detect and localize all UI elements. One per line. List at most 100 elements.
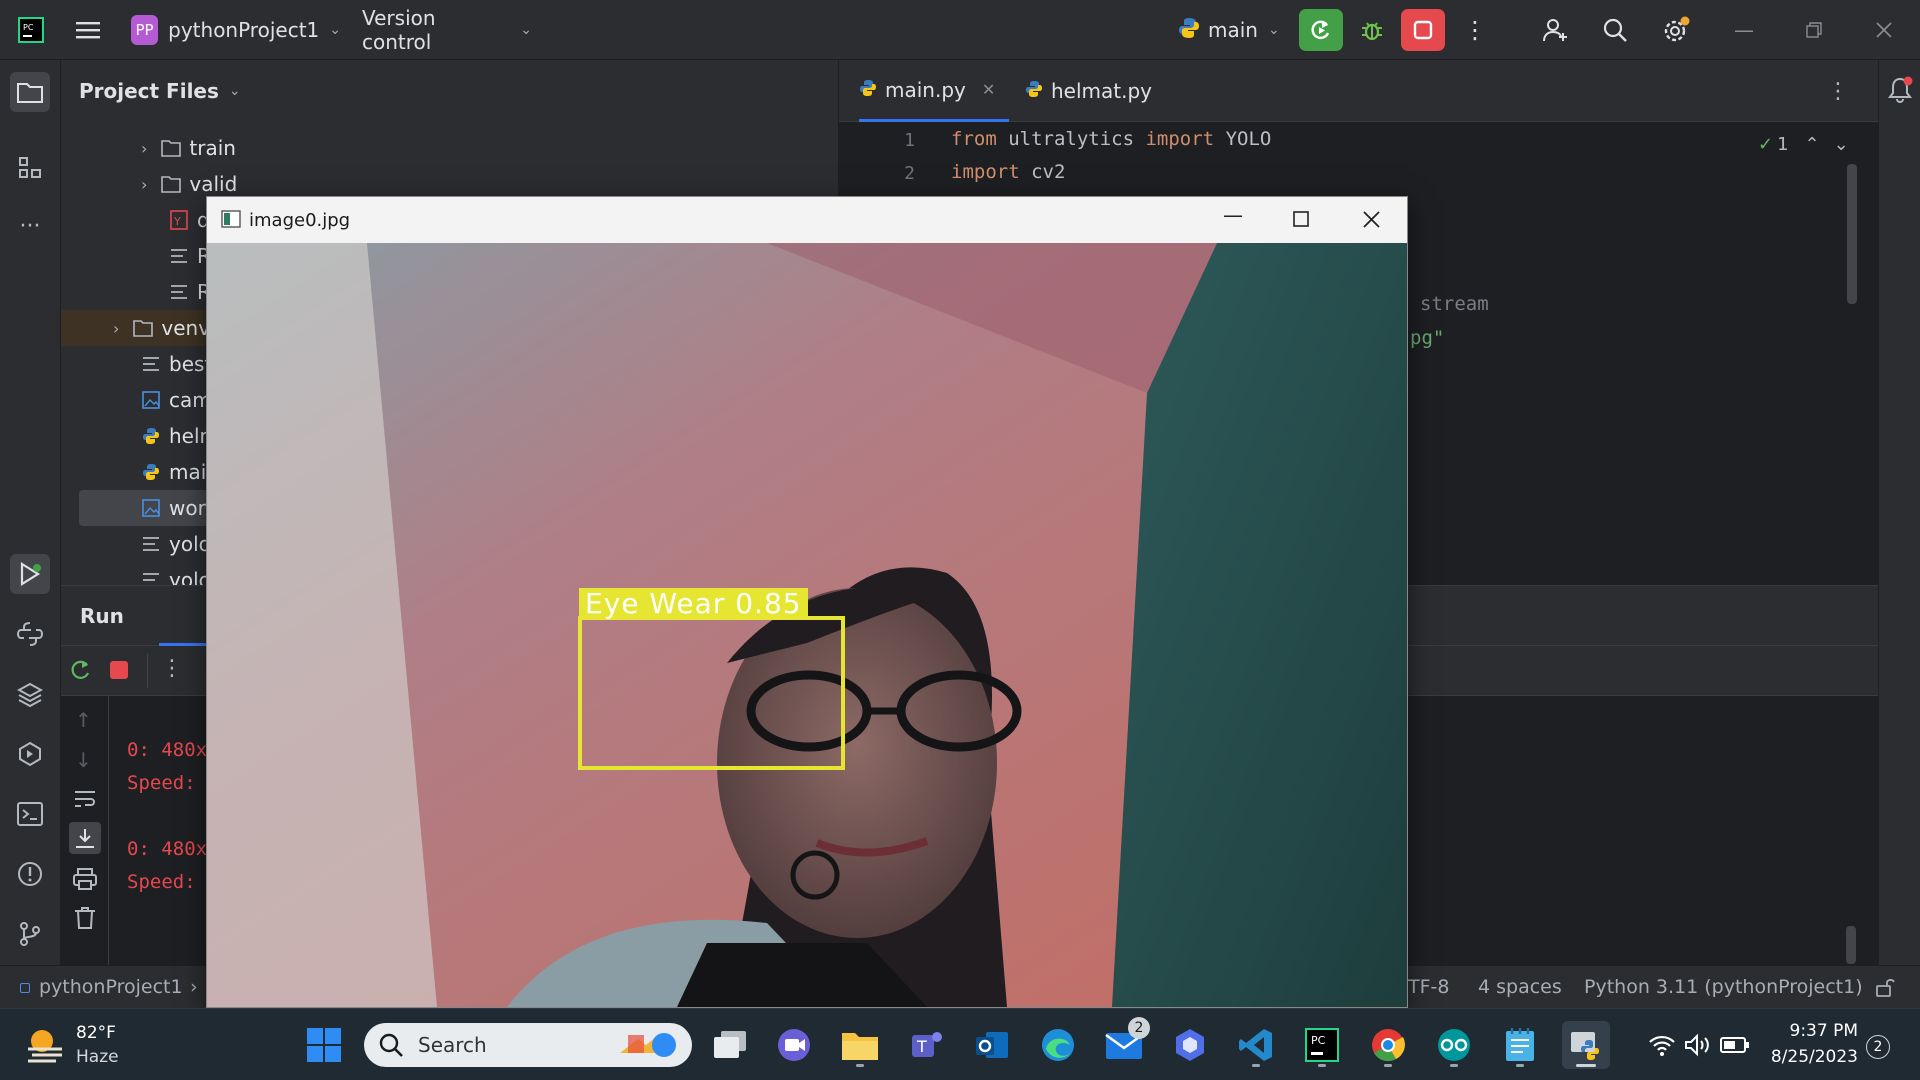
wifi-icon[interactable] bbox=[1648, 1033, 1676, 1061]
teams-icon[interactable]: T bbox=[902, 1021, 950, 1069]
tree-item-text[interactable]: yolo bbox=[141, 526, 211, 562]
notepad-icon[interactable] bbox=[1496, 1021, 1544, 1069]
version-control-menu[interactable]: Version control ⌄ bbox=[362, 0, 532, 60]
lock-icon[interactable] bbox=[1875, 977, 1895, 1002]
clock-date[interactable]: 8/25/2023 bbox=[1760, 1047, 1858, 1067]
inspection-widget[interactable]: ✓ 1 ⌃ ⌄ bbox=[1758, 130, 1849, 158]
title-bar: PC PP pythonProject1 ⌄ Version control ⌄… bbox=[0, 0, 1920, 60]
stop-button[interactable] bbox=[1401, 9, 1445, 51]
more-actions-icon[interactable]: ⋮ bbox=[1458, 0, 1492, 60]
clock-time[interactable]: 9:37 PM bbox=[1770, 1021, 1859, 1041]
problems-icon[interactable] bbox=[10, 854, 50, 894]
run-icon[interactable] bbox=[10, 554, 50, 594]
close-tab-icon[interactable]: ✕ bbox=[982, 80, 995, 99]
vscode-icon[interactable] bbox=[1232, 1021, 1280, 1069]
code-fragment[interactable]: pg" bbox=[1410, 327, 1444, 349]
run-config-selector[interactable]: main ⌄ bbox=[1178, 0, 1282, 60]
main-menu-icon[interactable] bbox=[68, 0, 108, 60]
search-icon[interactable] bbox=[1595, 0, 1635, 60]
notifications-bell-icon[interactable] bbox=[1885, 74, 1915, 104]
edge-icon[interactable] bbox=[1034, 1021, 1082, 1069]
tree-item-image[interactable]: cam bbox=[141, 382, 212, 418]
copilot-icon[interactable] bbox=[1166, 1021, 1214, 1069]
weather-haze-icon[interactable] bbox=[24, 1023, 66, 1069]
tree-item-text[interactable]: best bbox=[141, 346, 212, 382]
battery-icon[interactable] bbox=[1720, 1035, 1750, 1059]
minimize-icon[interactable]: — bbox=[1724, 0, 1764, 60]
close-icon[interactable] bbox=[1363, 211, 1380, 233]
notification-count-badge[interactable]: 2 bbox=[1866, 1035, 1890, 1059]
chevron-down-icon[interactable]: ⌄ bbox=[1834, 134, 1849, 155]
start-button[interactable] bbox=[300, 1021, 348, 1069]
project-panel-header[interactable]: Project Files ⌄ bbox=[79, 60, 241, 122]
restore-icon[interactable] bbox=[1794, 0, 1834, 60]
python-taskbar-icon[interactable] bbox=[1562, 1021, 1610, 1069]
tree-item-text[interactable]: yolo bbox=[141, 562, 211, 585]
tab-options-icon[interactable]: ⋮ bbox=[1827, 60, 1857, 122]
more-icon[interactable]: ··· bbox=[10, 206, 50, 246]
status-indent[interactable]: 4 spaces bbox=[1478, 976, 1562, 998]
file-explorer-icon[interactable] bbox=[836, 1021, 884, 1069]
arrow-down-icon[interactable]: ↓ bbox=[75, 748, 92, 772]
scroll-to-end-icon[interactable] bbox=[69, 822, 101, 854]
outlook-icon[interactable] bbox=[968, 1021, 1016, 1069]
version-control-label: Version control bbox=[362, 6, 436, 54]
code-fragment[interactable]: stream bbox=[1420, 293, 1489, 315]
folder-icon[interactable] bbox=[10, 72, 50, 112]
windows-logo-icon bbox=[307, 1028, 341, 1062]
trash-icon[interactable] bbox=[74, 906, 96, 934]
project-selector[interactable]: PP pythonProject1 ⌄ bbox=[131, 0, 341, 60]
weather-desc[interactable]: Haze bbox=[76, 1047, 119, 1067]
services-icon[interactable] bbox=[10, 734, 50, 774]
structure-icon[interactable] bbox=[10, 148, 50, 188]
meet-chat-icon[interactable] bbox=[770, 1021, 818, 1069]
run-tab-label[interactable]: Run bbox=[80, 604, 124, 628]
code-line[interactable]: import cv2 bbox=[951, 161, 1065, 183]
chevron-up-icon[interactable]: ⌃ bbox=[1805, 134, 1820, 155]
image-window-titlebar[interactable]: image0.jpg — bbox=[207, 197, 1407, 243]
rerun-button[interactable] bbox=[1299, 9, 1343, 51]
status-project[interactable]: pythonProject1 bbox=[39, 976, 183, 998]
arrow-up-icon[interactable]: ↑ bbox=[75, 708, 92, 732]
minimize-icon[interactable]: — bbox=[1223, 203, 1243, 227]
mail-icon[interactable]: 2 bbox=[1100, 1017, 1150, 1069]
svg-text:Y: Y bbox=[173, 215, 181, 228]
print-icon[interactable] bbox=[73, 868, 97, 894]
pycharm-logo-icon[interactable]: PC bbox=[14, 0, 48, 60]
terminal-icon[interactable] bbox=[10, 794, 50, 834]
settings-gear-icon[interactable] bbox=[1654, 0, 1698, 60]
tab-main-py[interactable]: main.py ✕ bbox=[859, 60, 1009, 122]
taskbar-search[interactable]: Search bbox=[364, 1023, 692, 1067]
code-line[interactable]: from ultralytics import YOLO bbox=[951, 128, 1271, 150]
python-console-icon[interactable] bbox=[10, 614, 50, 654]
rerun-icon[interactable] bbox=[69, 658, 93, 686]
volume-icon[interactable] bbox=[1684, 1033, 1712, 1061]
close-window-icon[interactable] bbox=[1864, 0, 1904, 60]
tree-item-text[interactable]: R bbox=[169, 238, 211, 274]
status-encoding[interactable]: TF-8 bbox=[1408, 976, 1449, 998]
editor-scrollbar[interactable] bbox=[1847, 164, 1857, 304]
image-viewer-window[interactable]: image0.jpg — Eye Wear 0.85 bbox=[206, 196, 1408, 1008]
more-options-icon[interactable]: ⋮ bbox=[161, 656, 183, 681]
chrome-icon[interactable] bbox=[1364, 1021, 1412, 1069]
tab-helmat-py[interactable]: helmat.py bbox=[1025, 60, 1175, 122]
add-user-icon[interactable] bbox=[1536, 0, 1576, 60]
weather-temp[interactable]: 82°F bbox=[76, 1023, 116, 1043]
maximize-icon[interactable] bbox=[1293, 211, 1309, 232]
git-icon[interactable] bbox=[10, 914, 50, 954]
soft-wrap-icon[interactable] bbox=[73, 789, 97, 815]
tree-item-text[interactable]: R bbox=[169, 274, 211, 310]
search-highlight-icon bbox=[614, 1027, 684, 1067]
arduino-icon[interactable] bbox=[1430, 1021, 1478, 1069]
tab-label: main.py bbox=[885, 77, 966, 102]
console-scrollbar[interactable] bbox=[1846, 926, 1856, 964]
debug-button[interactable] bbox=[1352, 0, 1392, 60]
tree-item-train[interactable]: › train bbox=[141, 130, 236, 166]
status-interpreter[interactable]: Python 3.11 (pythonProject1) bbox=[1584, 976, 1863, 998]
pycharm-taskbar-icon[interactable]: PC bbox=[1298, 1021, 1346, 1069]
stop-icon[interactable] bbox=[110, 661, 128, 679]
tree-item-yaml[interactable]: Y d bbox=[169, 202, 210, 238]
task-view-icon[interactable] bbox=[706, 1021, 754, 1069]
module-icon bbox=[20, 983, 30, 993]
layers-icon[interactable] bbox=[10, 674, 50, 714]
